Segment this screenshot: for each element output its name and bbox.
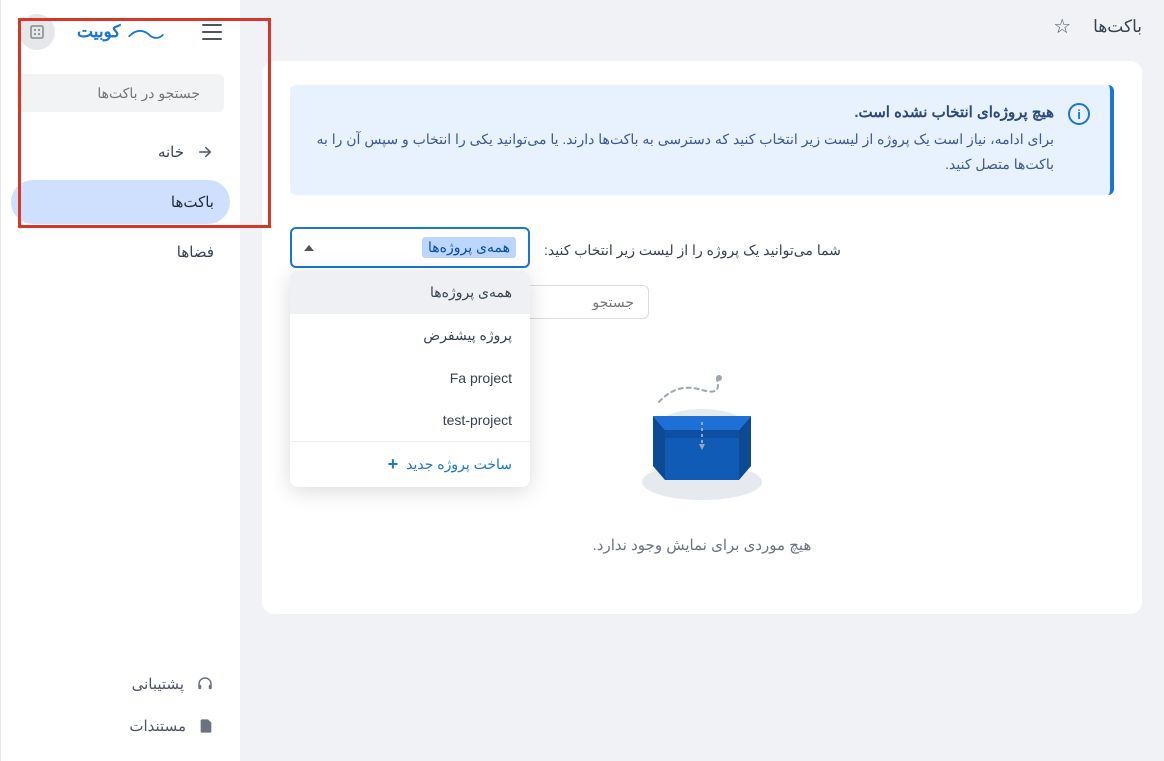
- select-current: همه‌ی پروژه‌ها: [422, 237, 516, 258]
- project-dropdown: همه‌ی پروژه‌ها پروژه پیشفرض Fa project t…: [290, 271, 530, 487]
- docs-link[interactable]: مستندات: [11, 705, 230, 747]
- sidebar-search-input[interactable]: [19, 85, 200, 101]
- new-project-button[interactable]: ساخت پروژه جدید +: [290, 441, 530, 487]
- headset-icon: [196, 675, 214, 693]
- sidebar: کوبیت خانه باکت‌ها فضاها: [0, 0, 240, 761]
- page-title: باکت‌ها: [1093, 17, 1142, 37]
- alert-title: هیچ پروژه‌ای انتخاب نشده است.: [310, 103, 1054, 121]
- nav-item-buckets[interactable]: باکت‌ها: [11, 180, 230, 224]
- dropdown-option[interactable]: test-project: [290, 399, 530, 441]
- dropdown-option[interactable]: همه‌ی پروژه‌ها: [290, 271, 530, 314]
- topbar: باکت‌ها ☆: [240, 0, 1164, 53]
- new-project-label: ساخت پروژه جدید: [406, 456, 512, 473]
- brand-name: کوبیت: [77, 22, 120, 42]
- content-card: i هیچ پروژه‌ای انتخاب نشده است. برای ادا…: [262, 61, 1142, 614]
- brand[interactable]: کوبیت: [77, 22, 164, 42]
- info-icon: i: [1068, 103, 1090, 125]
- document-icon: [198, 717, 214, 735]
- empty-box-icon: [627, 372, 777, 512]
- arrow-right-icon: [196, 143, 214, 161]
- dropdown-option[interactable]: پروژه پیشفرض: [290, 314, 530, 357]
- building-icon: [28, 23, 46, 41]
- project-select-wrap: همه‌ی پروژه‌ها همه‌ی پروژه‌ها پروژه پیشف…: [290, 227, 530, 268]
- org-avatar[interactable]: [19, 14, 55, 50]
- bottom-label: پشتیبانی: [132, 675, 184, 693]
- main: باکت‌ها ☆ i هیچ پروژه‌ای انتخاب نشده است…: [240, 0, 1164, 761]
- nav-label: فضاها: [177, 243, 214, 261]
- bottom-label: مستندات: [129, 717, 186, 735]
- nav-item-spaces[interactable]: فضاها: [11, 230, 230, 274]
- sidebar-bottom: پشتیبانی مستندات: [1, 663, 240, 761]
- select-hint: شما می‌توانید یک پروژه را از لیست زیر ان…: [544, 242, 841, 259]
- nav-label: خانه: [158, 143, 184, 161]
- empty-text: هیچ موردی برای نمایش وجود ندارد.: [593, 536, 812, 554]
- brand-logo-icon: [128, 23, 164, 41]
- support-link[interactable]: پشتیبانی: [11, 663, 230, 705]
- nav-label: باکت‌ها: [171, 193, 214, 211]
- plus-icon: +: [388, 454, 399, 475]
- chevron-up-icon: [304, 245, 314, 251]
- hamburger-icon[interactable]: [202, 24, 222, 40]
- info-alert: i هیچ پروژه‌ای انتخاب نشده است. برای ادا…: [290, 85, 1114, 195]
- project-select[interactable]: همه‌ی پروژه‌ها: [290, 227, 530, 268]
- sidebar-header: کوبیت: [1, 0, 240, 64]
- nav-item-home[interactable]: خانه: [11, 130, 230, 174]
- dropdown-option[interactable]: Fa project: [290, 357, 530, 399]
- alert-body: هیچ پروژه‌ای انتخاب نشده است. برای ادامه…: [310, 103, 1054, 177]
- toolbar-row: شما می‌توانید یک پروژه را از لیست زیر ان…: [290, 227, 1114, 268]
- nav: خانه باکت‌ها فضاها: [1, 130, 240, 280]
- sidebar-search[interactable]: [17, 74, 224, 112]
- alert-text: برای ادامه، نیاز است یک پروژه از لیست زی…: [310, 127, 1054, 177]
- star-icon[interactable]: ☆: [1053, 14, 1071, 39]
